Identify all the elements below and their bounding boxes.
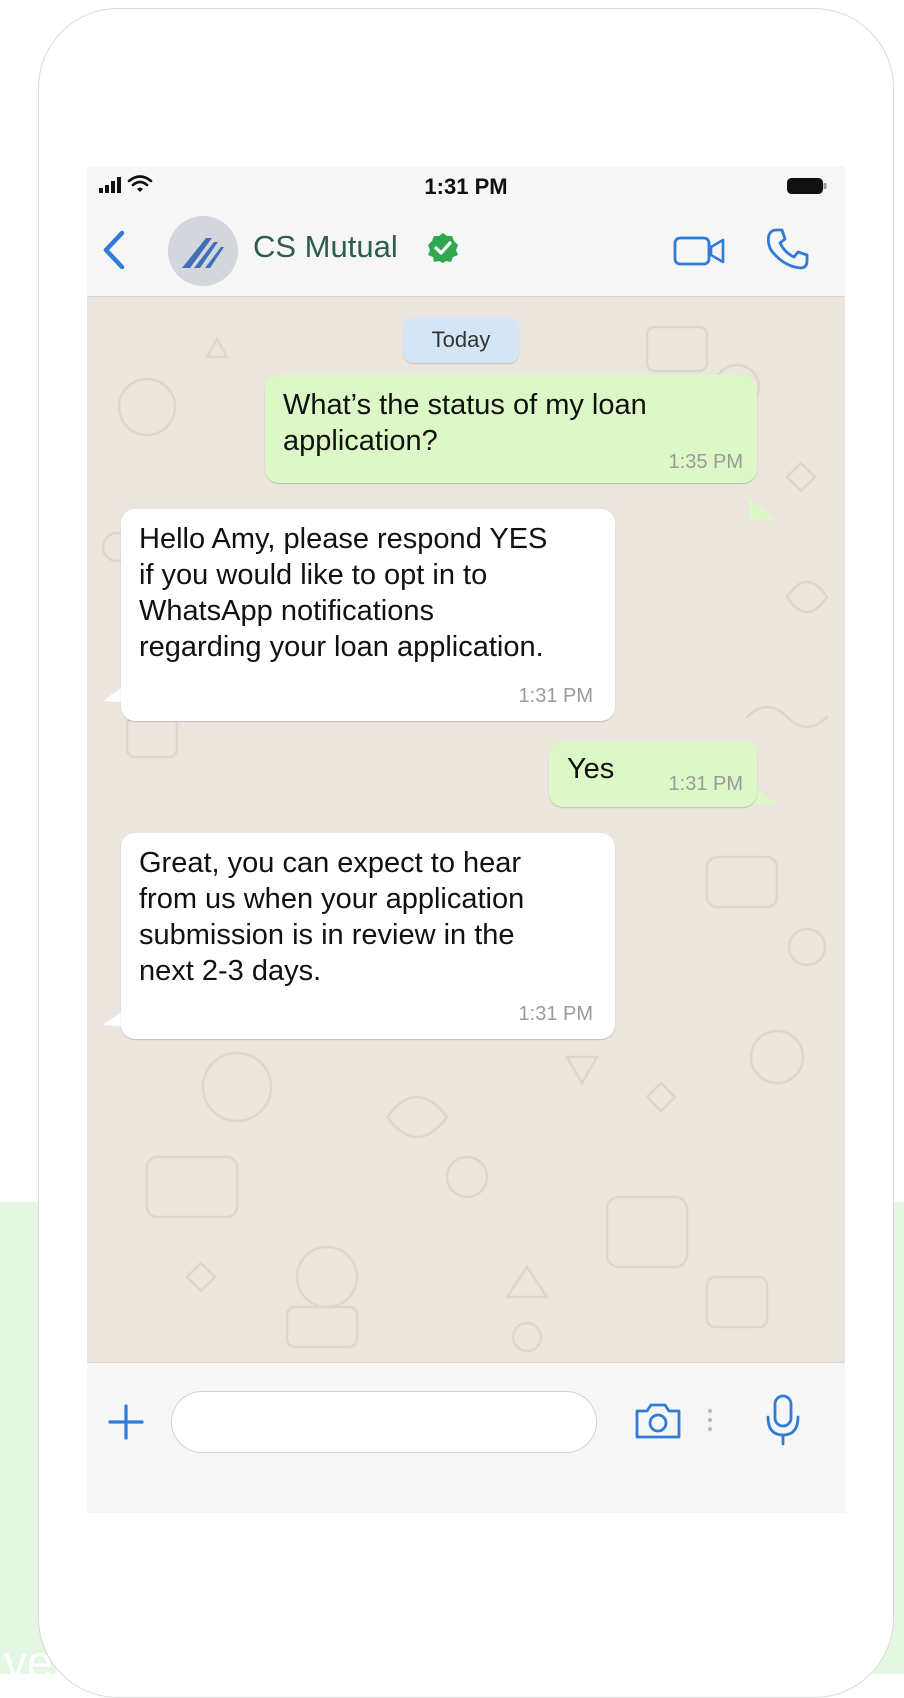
message-input[interactable] xyxy=(171,1391,597,1453)
battery-icon xyxy=(787,178,827,194)
status-bar: 1:31 PM xyxy=(87,166,845,202)
bubble-tail-out xyxy=(749,499,777,521)
camera-icon[interactable] xyxy=(633,1401,683,1441)
video-call-icon[interactable] xyxy=(673,236,727,266)
chat-screen: 1:31 PM CS Mutual Today What’s the statu… xyxy=(87,166,845,1513)
microphone-icon[interactable] xyxy=(763,1393,803,1447)
message-text: Yes xyxy=(567,753,615,785)
message-bubble-outgoing[interactable]: Yes 1:31 PM xyxy=(549,741,757,807)
message-bubble-incoming[interactable]: Hello Amy, please respond YES if you wou… xyxy=(121,509,615,721)
contact-name[interactable]: CS Mutual xyxy=(253,229,398,265)
message-bubble-incoming[interactable]: Great, you can expect to hear from us wh… xyxy=(121,833,615,1039)
chat-area[interactable]: Today What’s the status of my loan appli… xyxy=(87,297,845,1362)
message-time: 1:31 PM xyxy=(668,773,743,795)
separator-dots xyxy=(708,1409,712,1431)
message-time: 1:31 PM xyxy=(518,1003,593,1025)
date-separator: Today xyxy=(403,317,519,363)
chat-header: CS Mutual xyxy=(87,202,845,297)
message-time: 1:35 PM xyxy=(668,451,743,473)
plus-icon[interactable] xyxy=(107,1403,145,1441)
message-text: What’s the status of my loan application… xyxy=(283,389,647,457)
message-bubble-outgoing[interactable]: What’s the status of my loan application… xyxy=(265,375,757,483)
message-text: Great, you can expect to hear from us wh… xyxy=(139,847,525,987)
phone-call-icon[interactable] xyxy=(765,226,811,272)
verified-badge-icon xyxy=(428,233,458,263)
back-arrow-icon[interactable] xyxy=(101,230,127,270)
message-text: Hello Amy, please respond YES if you wou… xyxy=(139,523,548,663)
message-time: 1:31 PM xyxy=(518,685,593,707)
message-composer xyxy=(87,1362,845,1513)
cs-mutual-logo-icon xyxy=(182,238,224,268)
avatar[interactable] xyxy=(168,216,238,286)
status-time: 1:31 PM xyxy=(424,174,508,199)
